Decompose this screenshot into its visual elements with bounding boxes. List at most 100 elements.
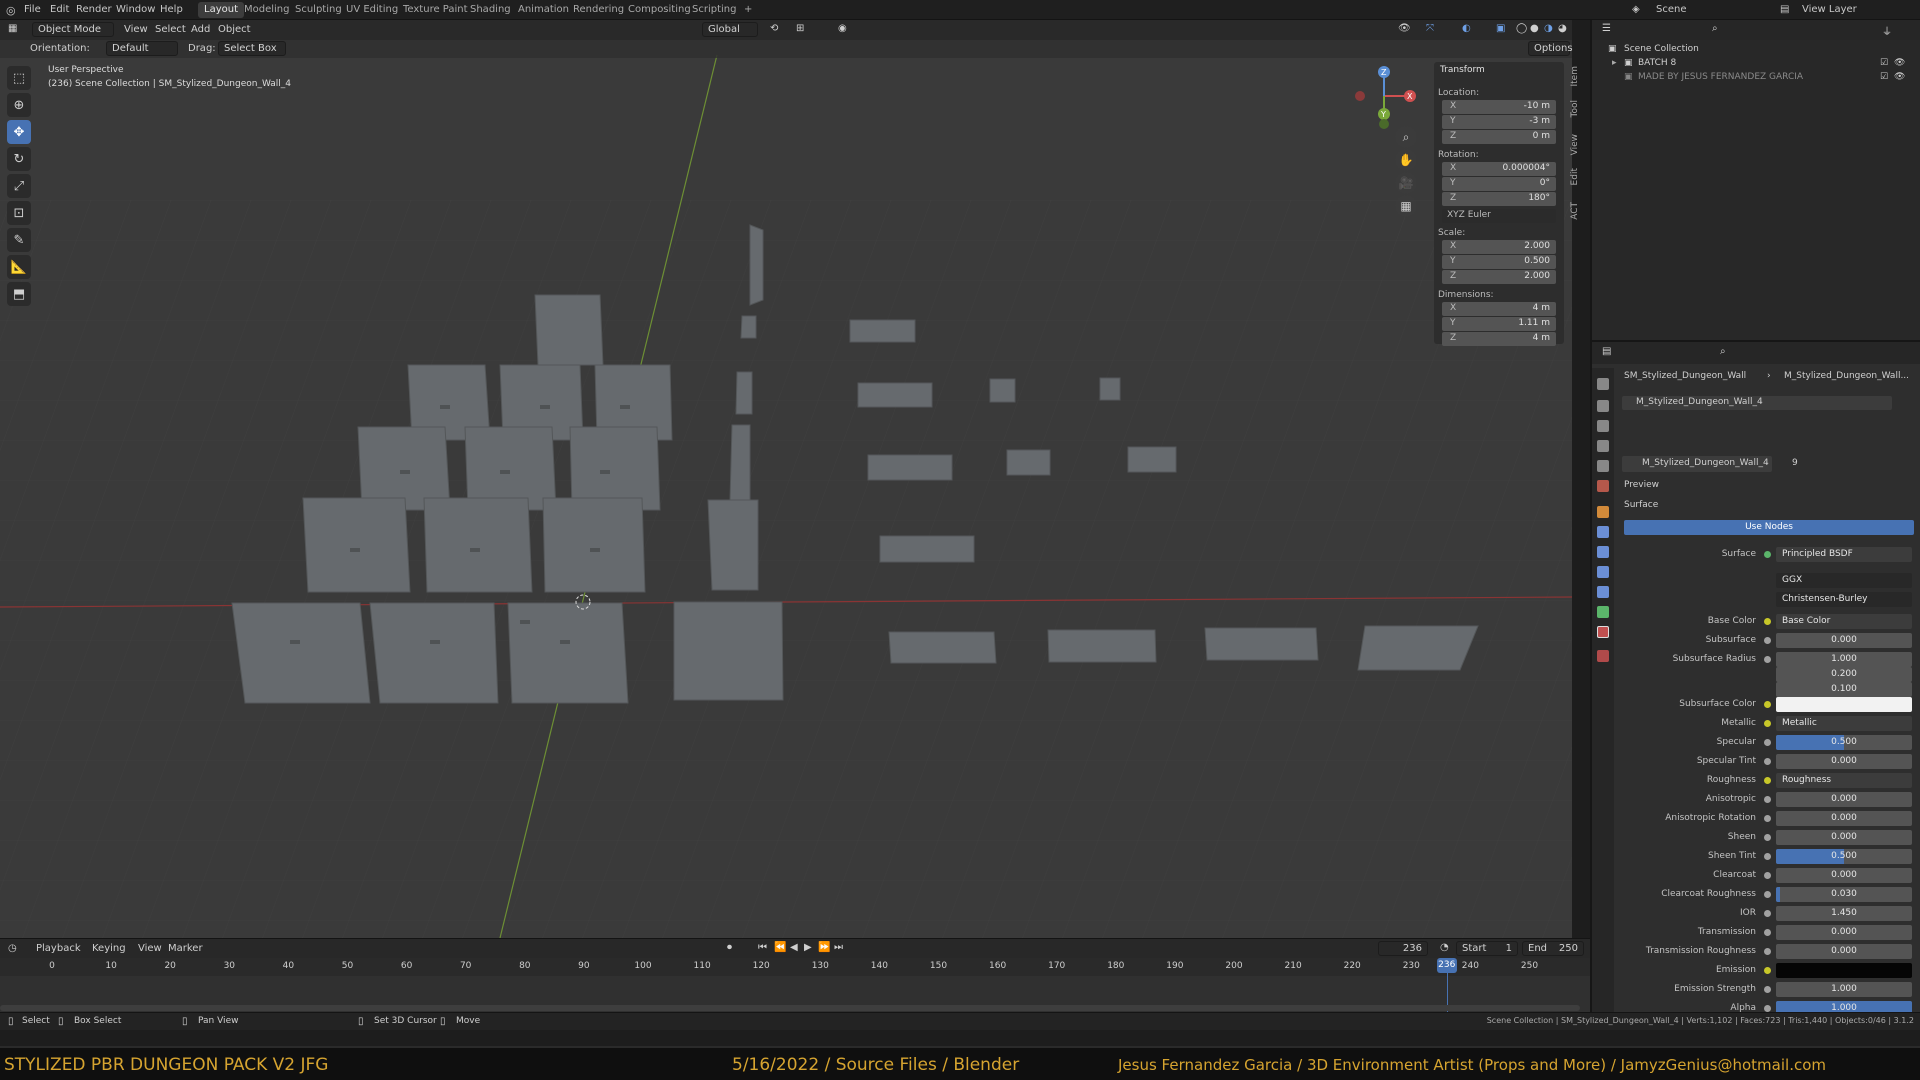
editor-type-icon[interactable]: ▦ <box>8 23 17 34</box>
playhead-frame-indicator[interactable]: 236 <box>1436 958 1457 973</box>
timeline-scrollbar[interactable] <box>0 1005 1580 1011</box>
proportional-edit-icon[interactable]: ◉ <box>838 23 847 34</box>
add-cube-tool-icon[interactable]: ⬒ <box>7 282 31 306</box>
tab-animation[interactable]: Animation <box>512 2 575 18</box>
cursor-tool-icon[interactable]: ⊕ <box>7 93 31 117</box>
dimensions-x-field[interactable]: X4 m <box>1442 302 1556 316</box>
bsdf-input-field[interactable]: 0.000 <box>1776 792 1912 807</box>
material-name-field[interactable]: M_Stylized_Dungeon_Wall_4 <box>1622 456 1772 472</box>
material-shading-icon[interactable]: ◑ <box>1544 23 1553 34</box>
bsdf-input-field[interactable]: 0.200 <box>1776 667 1912 682</box>
material-users-count[interactable]: 9 <box>1792 458 1798 468</box>
tab-scripting[interactable]: Scripting <box>686 2 742 18</box>
bsdf-input-field[interactable]: Roughness <box>1776 773 1912 788</box>
3d-viewport[interactable] <box>0 20 1572 938</box>
tab-shading[interactable]: Shading <box>464 2 517 18</box>
scale-y-field[interactable]: Y 0.500 <box>1442 255 1556 269</box>
bsdf-input-field[interactable]: 0.000 <box>1776 633 1912 648</box>
filter-icon[interactable]: ⏚ <box>1882 23 1892 38</box>
menu-timeline-view[interactable]: View <box>138 943 162 954</box>
orientation-dropdown[interactable]: Default <box>106 41 178 56</box>
menu-edit[interactable]: Edit <box>50 4 69 15</box>
world-tab-icon[interactable] <box>1597 480 1609 492</box>
timeline-editor-icon[interactable]: ◷ <box>8 943 17 954</box>
bsdf-input-field[interactable]: 0.100 <box>1776 682 1912 697</box>
menu-view[interactable]: View <box>124 24 148 35</box>
distribution-dropdown[interactable]: GGX <box>1776 573 1912 588</box>
texture-tab-icon[interactable] <box>1597 650 1609 662</box>
rotation-x-field[interactable]: X 0.000004° <box>1442 162 1556 176</box>
rotation-y-field[interactable]: Y 0° <box>1442 177 1556 191</box>
menu-playback[interactable]: Playback <box>36 943 81 954</box>
snap-icon[interactable]: ⊞ <box>796 23 804 34</box>
subsurface-method-dropdown[interactable]: Christensen-Burley <box>1776 592 1912 607</box>
bsdf-input-field[interactable]: 0.000 <box>1776 868 1912 883</box>
pan-hand-icon[interactable]: ✋ <box>1395 149 1417 171</box>
outliner-item-batch[interactable]: BATCH 8 <box>1638 58 1676 68</box>
ortho-grid-icon[interactable]: ▦ <box>1395 195 1417 217</box>
surface-section[interactable]: Surface <box>1624 500 1658 510</box>
tab-modeling[interactable]: Modeling <box>238 2 296 18</box>
location-z-field[interactable]: Z0 m <box>1442 130 1556 144</box>
menu-window[interactable]: Window <box>116 4 155 15</box>
data-tab-icon[interactable] <box>1597 606 1609 618</box>
zoom-icon[interactable]: ⌕ <box>1395 126 1417 148</box>
pivot-icon[interactable]: ⟲ <box>770 23 778 34</box>
gizmo-icon[interactable]: ⤧ <box>1426 23 1434 34</box>
bsdf-input-field[interactable]: 1.000 <box>1776 652 1912 667</box>
bsdf-input-field[interactable] <box>1776 963 1912 978</box>
annotate-tool-icon[interactable]: ✎ <box>7 228 31 252</box>
options-dropdown[interactable]: Options <box>1528 41 1573 56</box>
prev-keyframe-icon[interactable]: ⏪ <box>774 942 786 953</box>
checkbox-icon[interactable]: ☑ <box>1880 58 1888 68</box>
tab-edit[interactable]: Edit <box>1570 168 1584 185</box>
bsdf-input-field[interactable]: 0.000 <box>1776 811 1912 826</box>
end-frame-field[interactable]: End 250 <box>1522 941 1584 956</box>
constraints-tab-icon[interactable] <box>1597 586 1609 598</box>
physics-tab-icon[interactable] <box>1597 566 1609 578</box>
bsdf-input-field[interactable]: 0.000 <box>1776 925 1912 940</box>
tab-tool[interactable]: Tool <box>1570 100 1584 117</box>
location-x-field[interactable]: X -10 m <box>1442 100 1556 114</box>
menu-add[interactable]: Add <box>191 24 210 35</box>
menu-render[interactable]: Render <box>76 4 112 15</box>
solid-shading-icon[interactable]: ● <box>1530 23 1539 34</box>
eye-icon[interactable]: 👁 <box>1894 72 1905 82</box>
location-y-field[interactable]: Y -3 m <box>1442 115 1556 129</box>
dimensions-y-field[interactable]: Y 1.11 m <box>1442 317 1556 331</box>
transform-tool-icon[interactable]: ⊡ <box>7 201 31 225</box>
scale-tool-icon[interactable]: ⤢ <box>7 174 31 198</box>
outliner-editor-icon[interactable]: ☰ <box>1602 23 1611 34</box>
scene-selector[interactable]: Scene <box>1656 4 1687 15</box>
xray-icon[interactable]: ▣ <box>1496 23 1505 34</box>
scene-collection-label[interactable]: Scene Collection <box>1624 44 1699 54</box>
rotation-z-field[interactable]: Z 180° <box>1442 192 1556 206</box>
tab-texture-paint[interactable]: Texture Paint <box>397 2 474 18</box>
record-icon[interactable]: ⏺ <box>727 942 732 953</box>
select-box-tool-icon[interactable]: ⬚ <box>7 66 31 90</box>
blender-logo-icon[interactable]: ◎ <box>6 4 16 17</box>
render-tab-icon[interactable] <box>1597 400 1609 412</box>
tab-uv-editing[interactable]: UV Editing <box>340 2 404 18</box>
use-nodes-button[interactable]: Use Nodes <box>1624 520 1914 535</box>
properties-editor-icon[interactable]: ▤ <box>1602 346 1611 357</box>
menu-object[interactable]: Object <box>218 24 251 35</box>
bsdf-input-field[interactable] <box>1776 697 1912 712</box>
eye-icon[interactable]: 👁 <box>1894 58 1905 68</box>
particles-tab-icon[interactable] <box>1597 546 1609 558</box>
menu-help[interactable]: Help <box>160 4 183 15</box>
scene-tab-icon[interactable] <box>1597 460 1609 472</box>
navigation-gizmo[interactable]: X Z Y <box>1350 62 1430 132</box>
bsdf-input-field[interactable]: 0.500 <box>1776 849 1912 864</box>
expand-arrow-icon[interactable]: ▸ <box>1612 58 1617 68</box>
view-layer-tab-icon[interactable] <box>1597 440 1609 452</box>
tab-sculpting[interactable]: Sculpting <box>289 2 348 18</box>
tab-act[interactable]: ACT <box>1570 202 1584 220</box>
jump-end-icon[interactable]: ⏭ <box>834 942 843 953</box>
object-tab-icon[interactable] <box>1597 506 1609 518</box>
rendered-shading-icon[interactable]: ◕ <box>1558 23 1567 34</box>
jump-start-icon[interactable]: ⏮ <box>758 942 767 953</box>
current-frame-field[interactable]: 236 <box>1378 941 1428 956</box>
modifier-tab-icon[interactable] <box>1597 526 1609 538</box>
search-icon[interactable]: ⌕ <box>1712 23 1718 34</box>
